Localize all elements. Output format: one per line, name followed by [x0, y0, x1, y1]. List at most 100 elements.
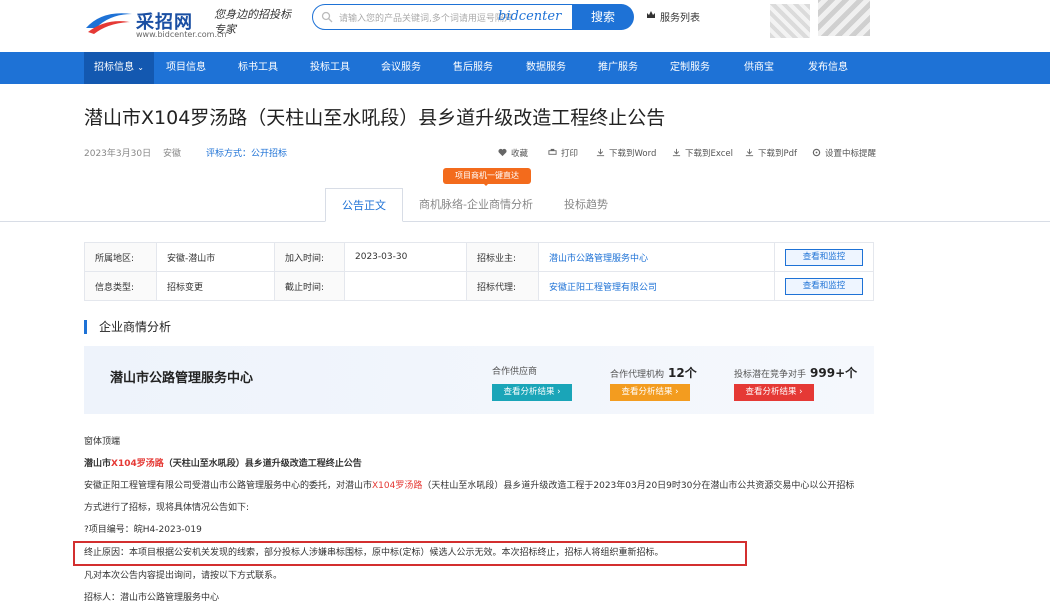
view-agency-button[interactable]: 查看分析结果 ›	[610, 384, 690, 401]
download-word-label: 下载到Word	[609, 149, 657, 159]
content-line: 安徽正阳工程管理有限公司受潜山市公路管理服务中心的委托，对潜山市X104罗汤路（…	[84, 478, 854, 491]
logo-mark-icon	[86, 13, 132, 34]
owner-link[interactable]: 潜山市公路管理服务中心	[538, 242, 775, 272]
agency-count: 12个	[668, 366, 697, 380]
text-part: 安徽正阳工程管理有限公司受潜山市公路管理服务中心的委托，对潜山市	[84, 481, 373, 491]
view-rivals-button[interactable]: 查看分析结果 ›	[734, 384, 814, 401]
print-icon	[548, 148, 557, 155]
project-number: ?项目编号：皖H4-2023-019	[84, 525, 202, 535]
user-avatar-blurred	[770, 4, 810, 38]
agent-label: 招标代理:	[466, 271, 539, 301]
search-button[interactable]: 搜索	[572, 3, 634, 30]
agent-link[interactable]: 安徽正阳工程管理有限公司	[538, 271, 775, 301]
tab-notice-body[interactable]: 公告正文	[325, 188, 403, 222]
tab-business-analysis[interactable]: 商机脉络-企业商情分析	[419, 188, 533, 222]
nav-item-project-info[interactable]: 项目信息	[166, 52, 206, 84]
search-bar: 请输入您的产品关键词,多个词请用逗号隔开 bidcenter 搜索	[312, 3, 634, 30]
favorite-button[interactable]: 收藏	[498, 147, 528, 159]
nav-item-bidding-tools[interactable]: 投标工具	[310, 52, 350, 84]
watch-cell: 查看和监控	[774, 271, 874, 301]
heading-highlight: X104罗汤路	[111, 459, 164, 469]
type-value: 招标变更	[156, 271, 275, 301]
bid-method: 评标方式：公开招标	[206, 149, 288, 159]
agency-label: 合作代理机构	[610, 370, 665, 380]
nav-item-after-sales[interactable]: 售后服务	[453, 52, 493, 84]
company-name: 潜山市公路管理服务中心	[110, 371, 254, 386]
print-button[interactable]: 打印	[548, 147, 578, 159]
nav-item-supplier[interactable]: 供商宝	[744, 52, 774, 84]
agency-stat: 合作代理机构 12个	[610, 364, 697, 381]
watch-cell: 查看和监控	[774, 242, 874, 272]
publish-date: 2023年3月30日	[84, 149, 152, 159]
rivals-count: 999+个	[810, 366, 858, 380]
logo-url: www.bidcenter.com.cn	[136, 30, 227, 39]
heading-part: （天柱山至水吼段）县乡道升级改造工程终止公告	[163, 459, 362, 469]
table-row: 所属地区: 安徽-潜山市 加入时间: 2023-03-30 招标业主: 潜山市公…	[84, 242, 874, 272]
rivals-stat: 投标潜在竞争对手 999+个	[734, 364, 857, 381]
nav-item-promotion[interactable]: 推广服务	[598, 52, 638, 84]
content-line: 凡对本次公告内容提出询问，请按以下方式联系。	[84, 571, 283, 581]
download-icon	[745, 148, 754, 157]
watch-agent-button[interactable]: 查看和监控	[785, 277, 863, 295]
nav-item-publish[interactable]: 发布信息	[808, 52, 848, 84]
join-time-label: 加入时间:	[274, 242, 345, 272]
nav-item-data[interactable]: 数据服务	[526, 52, 566, 84]
tab-bid-trend[interactable]: 投标趋势	[564, 188, 608, 222]
region-tag: 安徽	[163, 149, 182, 159]
crown-icon	[647, 11, 655, 18]
type-label: 信息类型:	[84, 271, 157, 301]
hot-badge[interactable]: 项目商机一键直达	[443, 168, 531, 186]
deadline-value	[344, 271, 467, 301]
content-line: 方式进行了招标，现将具体情况公告如下:	[84, 503, 250, 513]
text-highlight: X104罗汤路	[372, 481, 423, 491]
content-line: 窗体顶端	[84, 437, 121, 447]
highlight-box	[73, 541, 747, 566]
nav-item-bid-info[interactable]: 招标信息 ⌄	[84, 52, 154, 84]
text-part: （天柱山至水吼段）县乡道升级改造工程于2023年03月20日9时30分在潜山市公…	[422, 481, 855, 491]
logo-slogan: 您身边的招投标专家	[214, 8, 291, 36]
nav-label: 招标信息	[94, 62, 134, 73]
info-table: 所属地区: 安徽-潜山市 加入时间: 2023-03-30 招标业主: 潜山市公…	[84, 242, 874, 301]
supplier-stat: 合作供应商	[492, 364, 537, 377]
section-title: 企业商情分析	[84, 320, 171, 334]
supplier-label: 合作供应商	[492, 367, 538, 377]
heading-part: 潜山市	[84, 459, 112, 469]
content-heading: 潜山市X104罗汤路（天柱山至水吼段）县乡道升级改造工程终止公告	[84, 456, 362, 469]
region-label: 所属地区:	[84, 242, 157, 272]
set-alert-button[interactable]: 设置中标提醒	[812, 147, 876, 159]
chevron-down-icon: ⌄	[137, 63, 144, 72]
service-list-link[interactable]: 服务列表	[660, 9, 700, 24]
download-icon	[672, 148, 681, 157]
content-line: 招标人：潜山市公路管理服务中心	[84, 593, 220, 603]
print-label: 打印	[561, 149, 579, 159]
company-card: 潜山市公路管理服务中心 合作供应商 合作代理机构 12个 投标潜在竞争对手 999+…	[84, 346, 874, 414]
download-word-button[interactable]: 下载到Word	[596, 147, 656, 159]
main-nav: 招标信息 ⌄ 项目信息 标书工具 投标工具 会议服务 售后服务 数据服务 推广服…	[0, 52, 1050, 84]
gear-icon	[812, 148, 821, 157]
rivals-label: 投标潜在竞争对手	[734, 370, 807, 380]
search-brand: bidcenter	[498, 9, 562, 24]
download-pdf-label: 下载到Pdf	[758, 149, 798, 159]
download-excel-button[interactable]: 下载到Excel	[672, 147, 733, 159]
view-supplier-button[interactable]: 查看分析结果 ›	[492, 384, 572, 401]
table-row: 信息类型: 招标变更 截止时间: 招标代理: 安徽正阳工程管理有限公司 查看和监…	[84, 271, 874, 301]
nav-item-custom[interactable]: 定制服务	[670, 52, 710, 84]
user-info-blurred	[818, 0, 870, 36]
search-icon	[321, 11, 333, 23]
set-alert-label: 设置中标提醒	[825, 149, 877, 159]
heart-icon	[498, 148, 507, 157]
deadline-label: 截止时间:	[274, 271, 345, 301]
favorite-label: 收藏	[511, 149, 529, 159]
top-header: 采招网 www.bidcenter.com.cn 您身边的招投标专家 请输入您的…	[0, 0, 1050, 52]
page-title: 潜山市X104罗汤路（天柱山至水吼段）县乡道升级改造工程终止公告	[84, 107, 666, 129]
download-pdf-button[interactable]: 下载到Pdf	[745, 147, 797, 159]
join-time-value: 2023-03-30	[344, 242, 467, 272]
region-value: 安徽-潜山市	[156, 242, 275, 272]
nav-item-meeting[interactable]: 会议服务	[381, 52, 421, 84]
owner-label: 招标业主:	[466, 242, 539, 272]
download-icon	[596, 148, 605, 157]
nav-item-bid-doc-tools[interactable]: 标书工具	[238, 52, 278, 84]
watch-owner-button[interactable]: 查看和监控	[785, 248, 863, 266]
download-excel-label: 下载到Excel	[685, 149, 734, 159]
site-logo[interactable]: 采招网 www.bidcenter.com.cn 您身边的招投标专家	[84, 6, 291, 42]
